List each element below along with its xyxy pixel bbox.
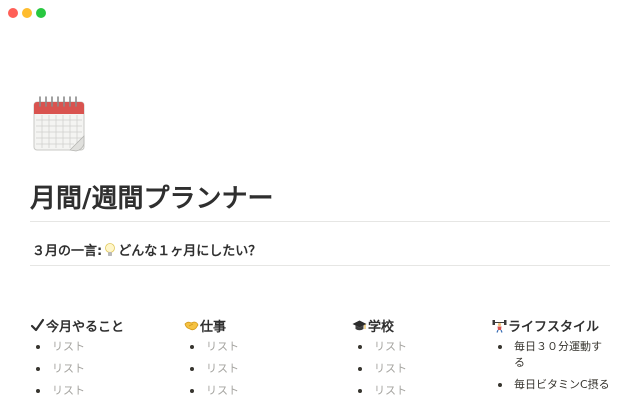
callout-text: どんな１ヶ月にしたい？ [118,244,262,259]
light-bulb-icon [104,242,116,258]
check-mark-icon [30,318,45,333]
minimize-window-button[interactable] [22,8,32,18]
weightlifter-icon [492,318,507,333]
divider [30,265,610,266]
callout-prefix: ３月の一言: [32,244,103,259]
list-item[interactable]: リスト [352,339,482,355]
list-item[interactable]: リスト [184,383,334,399]
handshake-icon [184,318,199,333]
column-heading[interactable]: 仕事 [184,316,334,335]
window-titlebar [0,0,640,26]
close-window-button[interactable] [8,8,18,18]
monthly-phrase-callout[interactable]: ３月の一言: どんな１ヶ月にしたい？ [32,240,261,259]
column-school: 学校 リスト リスト リスト [352,316,482,400]
list-item[interactable]: リスト [30,339,180,355]
column-heading-label: ライフスタイル [508,319,600,335]
column-heading-label: 仕事 [200,319,227,335]
column-heading[interactable]: 学校 [352,316,482,335]
column-lifestyle: ライフスタイル 毎日３０分運動する 毎日ビタミンC摂る [492,316,610,399]
column-heading-label: 今月やること [46,319,125,335]
list-item[interactable]: リスト [30,361,180,377]
spiral-calendar-icon[interactable] [32,94,90,154]
list-item[interactable]: リスト [352,383,482,399]
list-item[interactable]: 毎日３０分運動する [492,339,610,371]
column-work: 仕事 リスト リスト リスト [184,316,334,400]
list-item[interactable]: 毎日ビタミンC摂る [492,377,610,393]
graduation-cap-icon [352,318,367,333]
column-heading[interactable]: 今月やること [30,316,180,335]
page-title[interactable]: 月間/週間プランナー [30,178,274,215]
column-this-month: 今月やること リスト リスト リスト [30,316,180,400]
list-item[interactable]: リスト [184,339,334,355]
list-item[interactable]: リスト [184,361,334,377]
column-heading-label: 学校 [368,319,395,335]
divider [30,221,610,222]
zoom-window-button[interactable] [36,8,46,18]
column-heading[interactable]: ライフスタイル [492,316,610,335]
list-item[interactable]: リスト [352,361,482,377]
list-item[interactable]: リスト [30,383,180,399]
